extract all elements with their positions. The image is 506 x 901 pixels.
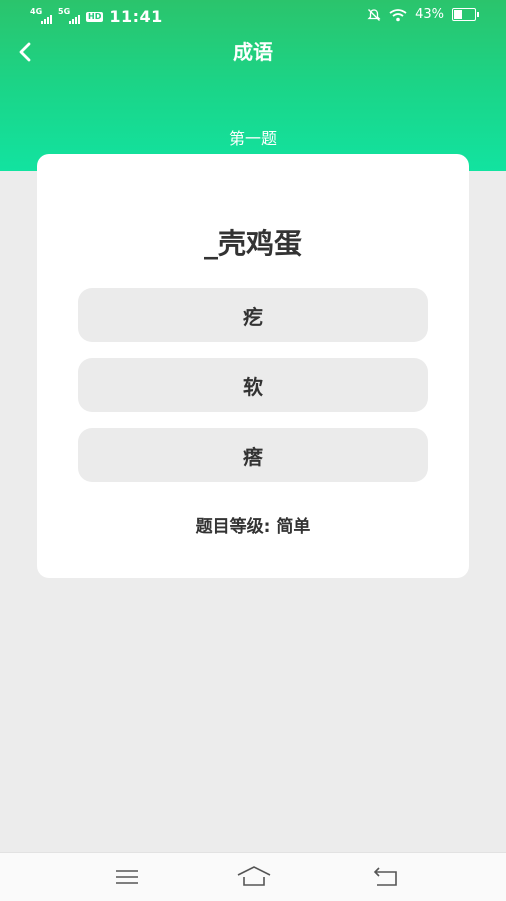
hd-voice-icon: HD [86, 11, 104, 22]
option-button-3[interactable]: 瘩 [78, 428, 428, 482]
option-button-2[interactable]: 软 [78, 358, 428, 412]
wifi-icon [389, 8, 407, 21]
status-time: 11:41 [109, 7, 163, 26]
cell-signal-4g-icon: 4G [30, 7, 52, 24]
return-icon[interactable] [372, 863, 400, 891]
menu-icon[interactable] [113, 863, 141, 891]
idiom-prompt: _壳鸡蛋 [203, 227, 302, 260]
difficulty-level: 题目等级: 简单 [195, 517, 311, 537]
question-number: 第一题 [228, 129, 277, 148]
home-icon[interactable] [236, 863, 272, 891]
mute-notification-icon [367, 8, 381, 21]
question-card: _壳鸡蛋 疙 软 瘩 题目等级: 简单 [37, 154, 469, 578]
option-button-1[interactable]: 疙 [78, 288, 428, 342]
page-title: 成语 [233, 40, 273, 64]
cell-signal-5g-icon: 5G [58, 7, 80, 24]
battery-percentage: 43% [415, 7, 444, 22]
status-bar: 4G 5G HD 11:41 43% [0, 0, 506, 32]
battery-fill [454, 10, 463, 19]
battery-icon [452, 8, 479, 21]
system-nav-bar [0, 852, 506, 901]
